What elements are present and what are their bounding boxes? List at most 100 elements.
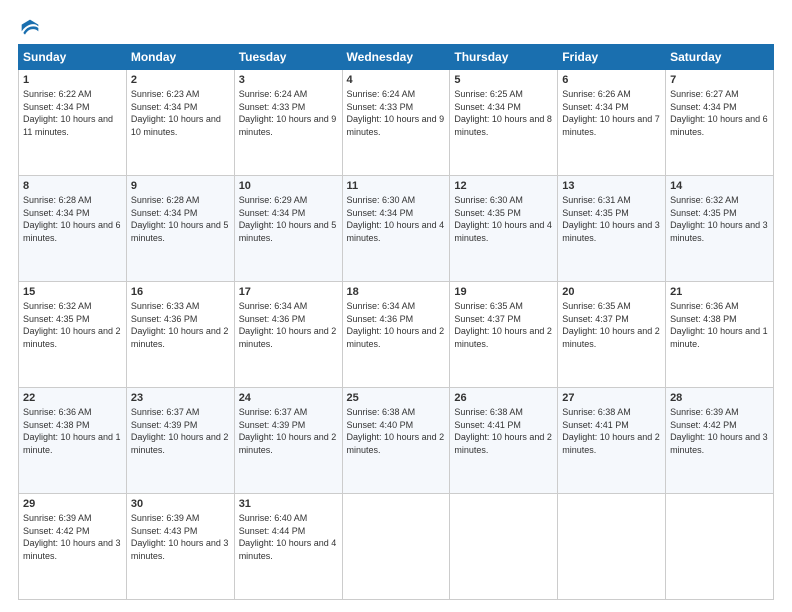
calendar-cell: 6 Sunrise: 6:26 AM Sunset: 4:34 PM Dayli… <box>558 70 666 176</box>
day-info: Sunrise: 6:22 AM Sunset: 4:34 PM Dayligh… <box>23 88 122 138</box>
day-number: 22 <box>23 392 122 404</box>
day-number: 8 <box>23 180 122 192</box>
day-number: 31 <box>239 498 338 510</box>
day-number: 6 <box>562 74 661 86</box>
day-info: Sunrise: 6:39 AM Sunset: 4:42 PM Dayligh… <box>670 406 769 456</box>
day-info: Sunrise: 6:28 AM Sunset: 4:34 PM Dayligh… <box>131 194 230 244</box>
day-info: Sunrise: 6:32 AM Sunset: 4:35 PM Dayligh… <box>670 194 769 244</box>
header <box>18 18 774 34</box>
calendar-table: Sunday Monday Tuesday Wednesday Thursday… <box>18 44 774 600</box>
day-info: Sunrise: 6:30 AM Sunset: 4:34 PM Dayligh… <box>347 194 446 244</box>
calendar-cell: 16 Sunrise: 6:33 AM Sunset: 4:36 PM Dayl… <box>126 282 234 388</box>
day-info: Sunrise: 6:27 AM Sunset: 4:34 PM Dayligh… <box>670 88 769 138</box>
calendar-week-row: 15 Sunrise: 6:32 AM Sunset: 4:35 PM Dayl… <box>19 282 774 388</box>
day-info: Sunrise: 6:31 AM Sunset: 4:35 PM Dayligh… <box>562 194 661 244</box>
calendar-week-row: 29 Sunrise: 6:39 AM Sunset: 4:42 PM Dayl… <box>19 494 774 600</box>
calendar-week-row: 1 Sunrise: 6:22 AM Sunset: 4:34 PM Dayli… <box>19 70 774 176</box>
day-info: Sunrise: 6:38 AM Sunset: 4:41 PM Dayligh… <box>562 406 661 456</box>
calendar-cell: 11 Sunrise: 6:30 AM Sunset: 4:34 PM Dayl… <box>342 176 450 282</box>
calendar-cell: 10 Sunrise: 6:29 AM Sunset: 4:34 PM Dayl… <box>234 176 342 282</box>
day-number: 20 <box>562 286 661 298</box>
day-number: 4 <box>347 74 446 86</box>
calendar-cell: 27 Sunrise: 6:38 AM Sunset: 4:41 PM Dayl… <box>558 388 666 494</box>
day-number: 3 <box>239 74 338 86</box>
day-number: 29 <box>23 498 122 510</box>
calendar-cell: 20 Sunrise: 6:35 AM Sunset: 4:37 PM Dayl… <box>558 282 666 388</box>
day-number: 11 <box>347 180 446 192</box>
calendar-cell: 8 Sunrise: 6:28 AM Sunset: 4:34 PM Dayli… <box>19 176 127 282</box>
day-info: Sunrise: 6:38 AM Sunset: 4:40 PM Dayligh… <box>347 406 446 456</box>
day-info: Sunrise: 6:40 AM Sunset: 4:44 PM Dayligh… <box>239 512 338 562</box>
calendar-cell <box>342 494 450 600</box>
day-info: Sunrise: 6:35 AM Sunset: 4:37 PM Dayligh… <box>454 300 553 350</box>
day-number: 23 <box>131 392 230 404</box>
day-info: Sunrise: 6:37 AM Sunset: 4:39 PM Dayligh… <box>131 406 230 456</box>
calendar-cell: 18 Sunrise: 6:34 AM Sunset: 4:36 PM Dayl… <box>342 282 450 388</box>
calendar-cell <box>666 494 774 600</box>
calendar-week-row: 22 Sunrise: 6:36 AM Sunset: 4:38 PM Dayl… <box>19 388 774 494</box>
day-info: Sunrise: 6:24 AM Sunset: 4:33 PM Dayligh… <box>347 88 446 138</box>
calendar-cell: 4 Sunrise: 6:24 AM Sunset: 4:33 PM Dayli… <box>342 70 450 176</box>
calendar-header-row: Sunday Monday Tuesday Wednesday Thursday… <box>19 45 774 70</box>
day-info: Sunrise: 6:24 AM Sunset: 4:33 PM Dayligh… <box>239 88 338 138</box>
calendar-cell: 5 Sunrise: 6:25 AM Sunset: 4:34 PM Dayli… <box>450 70 558 176</box>
logo-icon <box>20 18 40 38</box>
day-number: 2 <box>131 74 230 86</box>
day-info: Sunrise: 6:36 AM Sunset: 4:38 PM Dayligh… <box>23 406 122 456</box>
day-number: 14 <box>670 180 769 192</box>
day-number: 25 <box>347 392 446 404</box>
day-info: Sunrise: 6:30 AM Sunset: 4:35 PM Dayligh… <box>454 194 553 244</box>
day-number: 5 <box>454 74 553 86</box>
col-thursday: Thursday <box>450 45 558 70</box>
day-info: Sunrise: 6:32 AM Sunset: 4:35 PM Dayligh… <box>23 300 122 350</box>
day-number: 21 <box>670 286 769 298</box>
page: Sunday Monday Tuesday Wednesday Thursday… <box>0 0 792 612</box>
day-info: Sunrise: 6:35 AM Sunset: 4:37 PM Dayligh… <box>562 300 661 350</box>
day-info: Sunrise: 6:23 AM Sunset: 4:34 PM Dayligh… <box>131 88 230 138</box>
day-number: 19 <box>454 286 553 298</box>
day-info: Sunrise: 6:37 AM Sunset: 4:39 PM Dayligh… <box>239 406 338 456</box>
day-info: Sunrise: 6:39 AM Sunset: 4:42 PM Dayligh… <box>23 512 122 562</box>
calendar-cell: 17 Sunrise: 6:34 AM Sunset: 4:36 PM Dayl… <box>234 282 342 388</box>
day-number: 7 <box>670 74 769 86</box>
day-number: 10 <box>239 180 338 192</box>
calendar-cell: 21 Sunrise: 6:36 AM Sunset: 4:38 PM Dayl… <box>666 282 774 388</box>
day-info: Sunrise: 6:34 AM Sunset: 4:36 PM Dayligh… <box>239 300 338 350</box>
calendar-cell: 7 Sunrise: 6:27 AM Sunset: 4:34 PM Dayli… <box>666 70 774 176</box>
day-info: Sunrise: 6:36 AM Sunset: 4:38 PM Dayligh… <box>670 300 769 350</box>
calendar-cell <box>558 494 666 600</box>
calendar-cell: 24 Sunrise: 6:37 AM Sunset: 4:39 PM Dayl… <box>234 388 342 494</box>
day-number: 1 <box>23 74 122 86</box>
calendar-cell: 30 Sunrise: 6:39 AM Sunset: 4:43 PM Dayl… <box>126 494 234 600</box>
calendar-cell: 9 Sunrise: 6:28 AM Sunset: 4:34 PM Dayli… <box>126 176 234 282</box>
day-number: 26 <box>454 392 553 404</box>
day-info: Sunrise: 6:33 AM Sunset: 4:36 PM Dayligh… <box>131 300 230 350</box>
day-number: 15 <box>23 286 122 298</box>
day-number: 27 <box>562 392 661 404</box>
calendar-cell: 22 Sunrise: 6:36 AM Sunset: 4:38 PM Dayl… <box>19 388 127 494</box>
day-number: 18 <box>347 286 446 298</box>
calendar-cell: 14 Sunrise: 6:32 AM Sunset: 4:35 PM Dayl… <box>666 176 774 282</box>
calendar-cell: 13 Sunrise: 6:31 AM Sunset: 4:35 PM Dayl… <box>558 176 666 282</box>
col-friday: Friday <box>558 45 666 70</box>
day-info: Sunrise: 6:26 AM Sunset: 4:34 PM Dayligh… <box>562 88 661 138</box>
day-number: 9 <box>131 180 230 192</box>
calendar-cell: 31 Sunrise: 6:40 AM Sunset: 4:44 PM Dayl… <box>234 494 342 600</box>
day-number: 13 <box>562 180 661 192</box>
logo <box>18 18 40 34</box>
day-number: 16 <box>131 286 230 298</box>
col-tuesday: Tuesday <box>234 45 342 70</box>
day-info: Sunrise: 6:28 AM Sunset: 4:34 PM Dayligh… <box>23 194 122 244</box>
day-info: Sunrise: 6:39 AM Sunset: 4:43 PM Dayligh… <box>131 512 230 562</box>
day-number: 12 <box>454 180 553 192</box>
col-monday: Monday <box>126 45 234 70</box>
day-number: 17 <box>239 286 338 298</box>
day-number: 28 <box>670 392 769 404</box>
col-saturday: Saturday <box>666 45 774 70</box>
col-wednesday: Wednesday <box>342 45 450 70</box>
calendar-cell: 1 Sunrise: 6:22 AM Sunset: 4:34 PM Dayli… <box>19 70 127 176</box>
calendar-cell: 25 Sunrise: 6:38 AM Sunset: 4:40 PM Dayl… <box>342 388 450 494</box>
calendar-cell: 3 Sunrise: 6:24 AM Sunset: 4:33 PM Dayli… <box>234 70 342 176</box>
calendar-cell: 23 Sunrise: 6:37 AM Sunset: 4:39 PM Dayl… <box>126 388 234 494</box>
calendar-cell <box>450 494 558 600</box>
